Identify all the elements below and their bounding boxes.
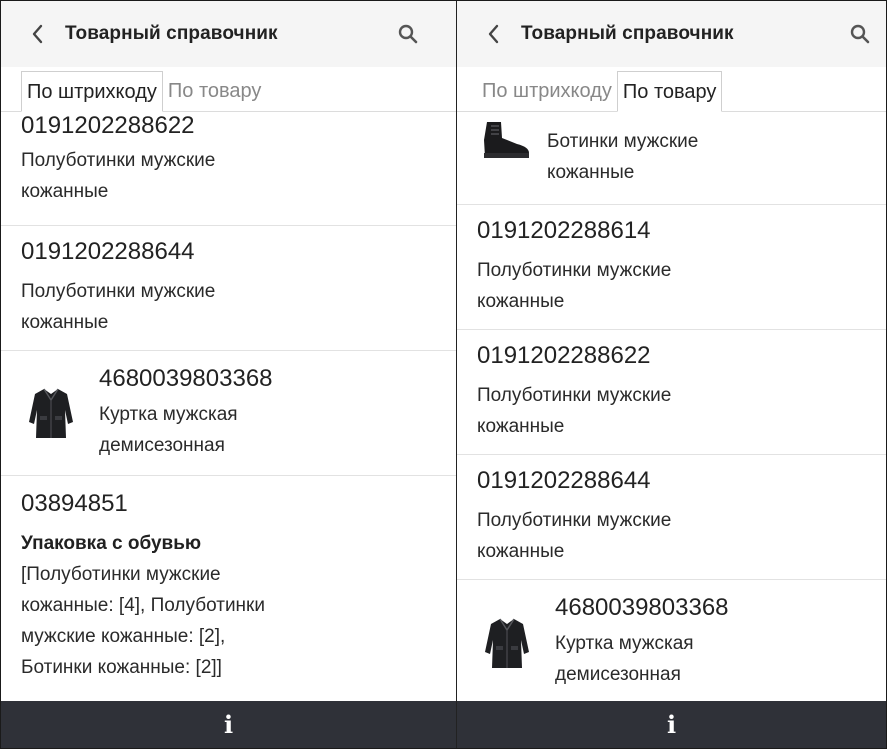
app-bar: Товарный справочник xyxy=(457,1,886,67)
list-item[interactable]: 0191202288622 Полуботинки мужские кожанн… xyxy=(1,113,456,226)
app-bar: Товарный справочник xyxy=(1,1,456,67)
product-name-cont: кожанные xyxy=(477,541,565,562)
tab-by-barcode[interactable]: По штрихкоду xyxy=(477,71,617,111)
tab-bar: По штрихкоду По товару xyxy=(1,67,456,112)
barcode: 4680039803368 xyxy=(555,594,729,621)
product-name-cont: кожанные xyxy=(477,291,565,312)
product-text: Ботинки мужские кожанные xyxy=(533,112,698,204)
barcode: 4680039803368 xyxy=(99,365,273,392)
product-thumbnail xyxy=(477,112,533,204)
tab-by-barcode[interactable]: По штрихкоду xyxy=(21,71,163,112)
back-button[interactable] xyxy=(31,1,51,67)
product-text: 4680039803368 Куртка мужская демисезонна… xyxy=(79,351,273,475)
list-item[interactable]: 0191202288614 Полуботинки мужские кожанн… xyxy=(457,205,886,330)
bottom-bar: i xyxy=(457,701,886,748)
product-name: Ботинки мужские xyxy=(547,131,699,152)
info-icon[interactable]: i xyxy=(224,710,233,739)
barcode: 0191202288644 xyxy=(477,467,651,494)
product-name-cont: кожанные xyxy=(547,162,635,183)
package-contents: мужские кожанные: [2], xyxy=(21,626,226,647)
package-contents: кожанные: [4], Полуботинки xyxy=(21,595,265,616)
app-frame: Товарный справочник По штрихкоду По това… xyxy=(0,0,887,749)
search-button[interactable] xyxy=(398,1,420,67)
product-list: Ботинки мужские кожанные 0191202288614 П… xyxy=(457,112,886,748)
left-screen: Товарный справочник По штрихкоду По това… xyxy=(1,1,457,748)
product-name: Полуботинки мужские xyxy=(21,150,216,171)
right-screen: Товарный справочник По штрихкоду По това… xyxy=(457,1,886,748)
product-name: Полуботинки мужские xyxy=(477,385,672,406)
barcode: 0191202288644 xyxy=(21,238,195,265)
chevron-left-icon xyxy=(488,24,499,44)
product-list: 0191202288622 Полуботинки мужские кожанн… xyxy=(1,112,456,748)
list-item[interactable]: 0191202288644 Полуботинки мужские кожанн… xyxy=(1,226,456,351)
product-name-cont: кожанные xyxy=(21,181,109,202)
boot-icon xyxy=(484,122,529,158)
tab-by-product[interactable]: По товару xyxy=(616,71,723,112)
tab-bar: По штрихкоду По товару xyxy=(457,67,886,112)
list-item[interactable]: 0191202288644 Полуботинки мужские кожанн… xyxy=(457,455,886,580)
package-title: Упаковка с обувью xyxy=(21,533,202,554)
list-item[interactable]: 0191202288622 Полуботинки мужские кожанн… xyxy=(457,330,886,455)
back-button[interactable] xyxy=(487,1,507,67)
product-name: Куртка мужская xyxy=(99,404,238,425)
list-item[interactable]: 4680039803368 Куртка мужская демисезонна… xyxy=(457,580,886,705)
product-thumbnail xyxy=(23,351,79,475)
product-name-cont: демисезонная xyxy=(99,435,225,456)
chevron-left-icon xyxy=(32,24,43,44)
page-title: Товарный справочник xyxy=(65,23,278,44)
list-item[interactable]: 4680039803368 Куртка мужская демисезонна… xyxy=(1,351,456,476)
list-item[interactable]: Ботинки мужские кожанные xyxy=(457,112,886,205)
product-text: 4680039803368 Куртка мужская демисезонна… xyxy=(535,580,729,705)
product-name: Полуботинки мужские xyxy=(477,510,672,531)
search-icon xyxy=(850,24,870,44)
barcode: 0191202288622 xyxy=(21,112,195,139)
product-thumbnail xyxy=(479,580,535,705)
jacket-icon xyxy=(29,388,73,438)
product-name-cont: кожанные xyxy=(477,416,565,437)
product-name-cont: кожанные xyxy=(21,312,109,333)
page-title: Товарный справочник xyxy=(521,23,734,44)
product-name: Куртка мужская xyxy=(555,633,694,654)
barcode: 03894851 xyxy=(21,490,128,517)
jacket-icon xyxy=(485,618,529,668)
search-button[interactable] xyxy=(850,1,872,67)
package-contents: Ботинки кожанные: [2]] xyxy=(21,657,222,678)
search-icon xyxy=(398,24,418,44)
product-name-cont: демисезонная xyxy=(555,664,681,685)
info-icon[interactable]: i xyxy=(667,710,676,739)
product-name: Полуботинки мужские xyxy=(477,260,672,281)
package-contents: [Полуботинки мужские xyxy=(21,564,221,585)
product-name: Полуботинки мужские xyxy=(21,281,216,302)
tab-by-product[interactable]: По товару xyxy=(163,71,267,111)
barcode: 0191202288622 xyxy=(477,342,651,369)
barcode: 0191202288614 xyxy=(477,217,651,244)
bottom-bar: i xyxy=(1,701,456,748)
list-item[interactable]: 03894851 Упаковка с обувью [Полуботинки … xyxy=(1,476,456,683)
